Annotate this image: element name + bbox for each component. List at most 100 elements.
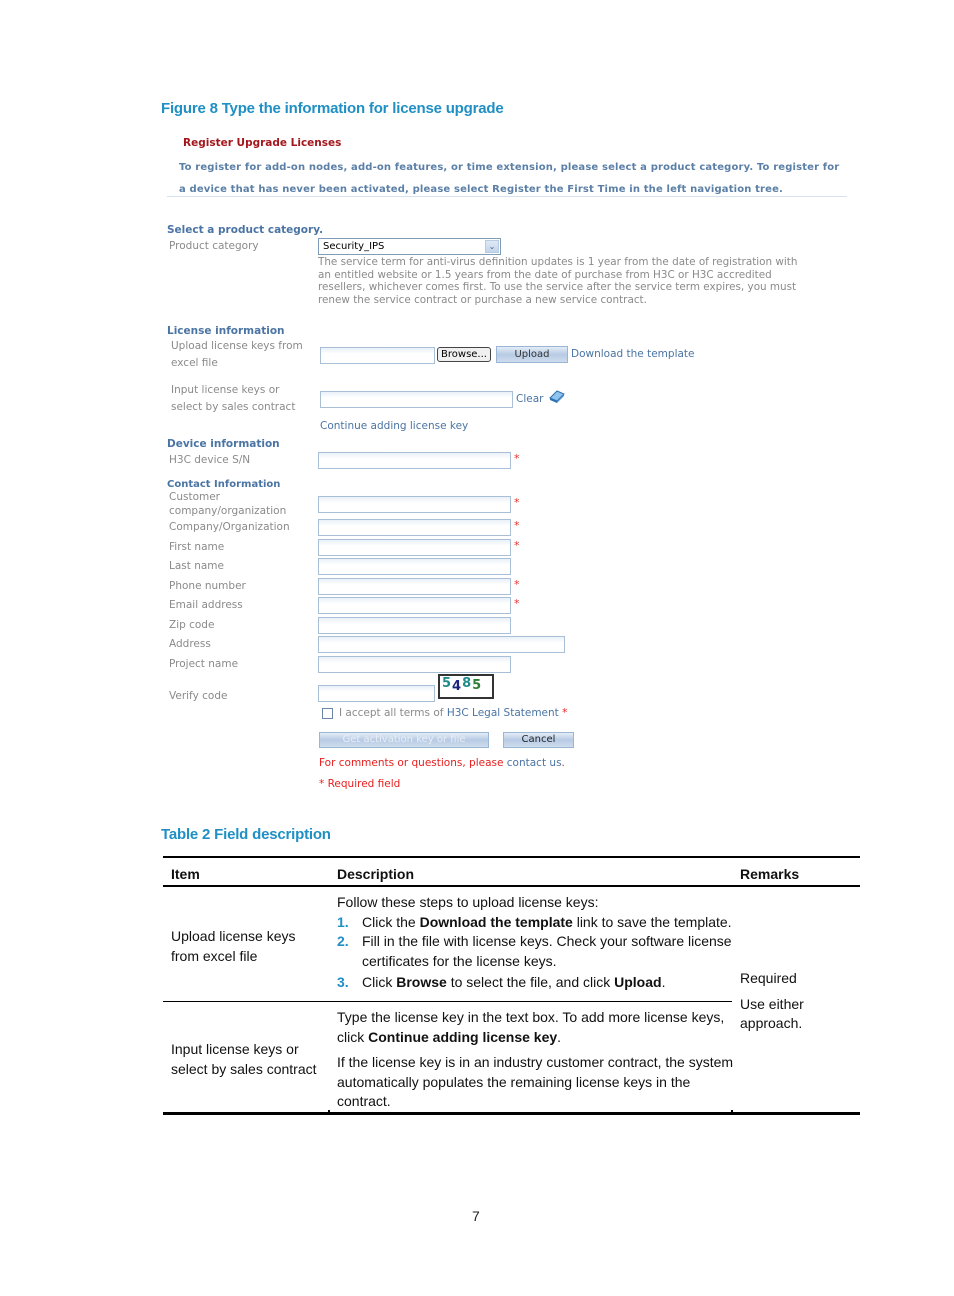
column-tick: [731, 1110, 733, 1115]
table-top-rule: [163, 856, 860, 858]
chevron-down-icon[interactable]: ⌄: [485, 240, 499, 253]
section-heading-license: License information: [167, 325, 285, 337]
step-text: link to save the template.: [572, 913, 732, 930]
step-2: 2. Fill in the file with license keys. Ch…: [337, 932, 732, 952]
captcha-image[interactable]: 5485: [438, 674, 494, 699]
verify-code-input[interactable]: [318, 685, 435, 702]
item-line: from excel file: [171, 947, 258, 964]
upload-button[interactable]: Upload: [496, 346, 568, 363]
license-key-input[interactable]: [320, 391, 513, 408]
remarks-line: Use either: [740, 995, 804, 1012]
company-org-label: Company/Organization: [169, 521, 290, 533]
email-label: Email address: [169, 599, 243, 611]
step-bold: Browse: [396, 974, 447, 990]
first-name-label: First name: [169, 541, 225, 553]
cancel-button[interactable]: Cancel: [503, 732, 574, 748]
required-mark: *: [514, 578, 520, 591]
remarks-cell: Required Use either approach.: [740, 969, 804, 1034]
verify-code-label: Verify code: [169, 690, 228, 702]
accept-terms-checkbox[interactable]: [322, 708, 333, 719]
accept-terms-text: I accept all terms of H3C Legal Statemen…: [339, 707, 568, 719]
phone-label: Phone number: [169, 580, 246, 592]
legal-statement-link[interactable]: H3C Legal Statement: [447, 707, 559, 719]
desc-intro: Follow these steps to upload license key…: [337, 894, 599, 910]
intro-line: To register for add-on nodes, add-on fea…: [179, 162, 840, 173]
item-line: select by sales contract: [171, 1060, 317, 1077]
figure-caption: Figure 8 Type the information for licens…: [161, 100, 504, 117]
continue-adding-link[interactable]: Continue adding license key: [320, 420, 468, 432]
note-line: resellers, whichever comes first. To use…: [318, 281, 797, 293]
clear-link[interactable]: Clear: [516, 393, 543, 405]
desc-text: click: [337, 1028, 369, 1045]
label-line: Input license keys or: [171, 384, 280, 396]
step-text: Click: [362, 974, 397, 990]
zip-label: Zip code: [169, 619, 215, 631]
zip-input[interactable]: [318, 617, 511, 634]
required-mark: *: [514, 519, 520, 532]
required-field-note: * Required field: [319, 778, 401, 790]
remarks-line: Required: [740, 970, 797, 986]
required-mark: *: [514, 597, 520, 610]
browse-button[interactable]: Browse...: [437, 347, 491, 362]
desc-bold: Continue adding license key: [368, 1028, 558, 1045]
label-line: Upload license keys from: [171, 340, 303, 352]
product-category-select[interactable]: Security_IPS ⌄: [318, 238, 501, 255]
desc-text: .: [557, 1028, 562, 1045]
step-bold: Upload: [614, 974, 662, 990]
step-number: 1.: [337, 913, 349, 930]
form-title: Register Upgrade Licenses: [183, 137, 342, 149]
contact-us-link[interactable]: contact us: [507, 757, 562, 769]
label-line: company/organization: [169, 504, 287, 517]
note-line: The service term for anti-virus definiti…: [318, 256, 798, 268]
service-term-note: The service term for anti-virus definiti…: [318, 256, 848, 306]
header-rule: [163, 885, 860, 887]
row-divider: [163, 1001, 732, 1002]
captcha-digit: 5: [442, 676, 453, 691]
customer-org-label: Customer company/organization: [169, 491, 286, 518]
input-keys-label: Input license keys or select by sales co…: [171, 382, 295, 416]
desc-line: contract.: [337, 1093, 391, 1109]
desc-line: click Continue adding license key.: [337, 1028, 733, 1048]
section-heading-contact: Contact Information: [167, 479, 281, 490]
divider: [167, 196, 847, 197]
email-input[interactable]: [318, 597, 511, 614]
column-tick: [328, 1110, 330, 1115]
comments-text: For comments or questions, please contac…: [319, 757, 565, 769]
section-heading-device: Device information: [167, 438, 280, 450]
device-sn-input[interactable]: [318, 452, 511, 469]
download-template-link[interactable]: Download the template: [571, 348, 695, 360]
first-name-input[interactable]: [318, 539, 511, 556]
product-category-label: Product category: [169, 240, 259, 252]
table-caption: Table 2 Field description: [161, 826, 331, 843]
upload-file-input[interactable]: [320, 347, 435, 364]
get-activation-key-button[interactable]: Get activation key or file: [319, 732, 489, 748]
captcha-digit: 4: [452, 679, 463, 694]
period: .: [561, 757, 565, 769]
register-upgrade-form: Register Upgrade Licenses To register fo…: [162, 128, 852, 798]
form-intro: To register for add-on nodes, add-on fea…: [179, 157, 859, 201]
label-line: excel file: [171, 357, 218, 369]
desc-line: If the license key is in an industry cus…: [337, 1054, 734, 1070]
remarks-line: approach.: [740, 1015, 803, 1031]
intro-line: a device that has never been activated, …: [179, 184, 783, 195]
captcha-digit: 8: [462, 676, 473, 691]
project-name-input[interactable]: [318, 656, 511, 673]
last-name-input[interactable]: [318, 558, 511, 575]
accept-label: I accept all terms of: [339, 707, 447, 719]
last-name-label: Last name: [169, 560, 224, 572]
step-text: Fill in the file with license keys. Chec…: [362, 933, 732, 949]
company-org-input[interactable]: [318, 519, 511, 536]
header-item: Item: [171, 866, 200, 882]
eraser-icon[interactable]: [548, 388, 566, 404]
step-1: 1. Click the Download the template link t…: [337, 913, 732, 933]
row1-item: Upload license keys from excel file: [171, 927, 296, 966]
address-input[interactable]: [318, 636, 565, 653]
required-mark: *: [514, 452, 520, 465]
step-text: to select the file, and click: [446, 974, 615, 990]
product-category-value: Security_IPS: [323, 241, 385, 252]
customer-org-input[interactable]: [318, 496, 511, 513]
address-label: Address: [169, 638, 211, 650]
desc-line: automatically populates the remaining li…: [337, 1073, 691, 1090]
phone-input[interactable]: [318, 578, 511, 595]
row2-description: Type the license key in the text box. To…: [337, 1008, 733, 1112]
